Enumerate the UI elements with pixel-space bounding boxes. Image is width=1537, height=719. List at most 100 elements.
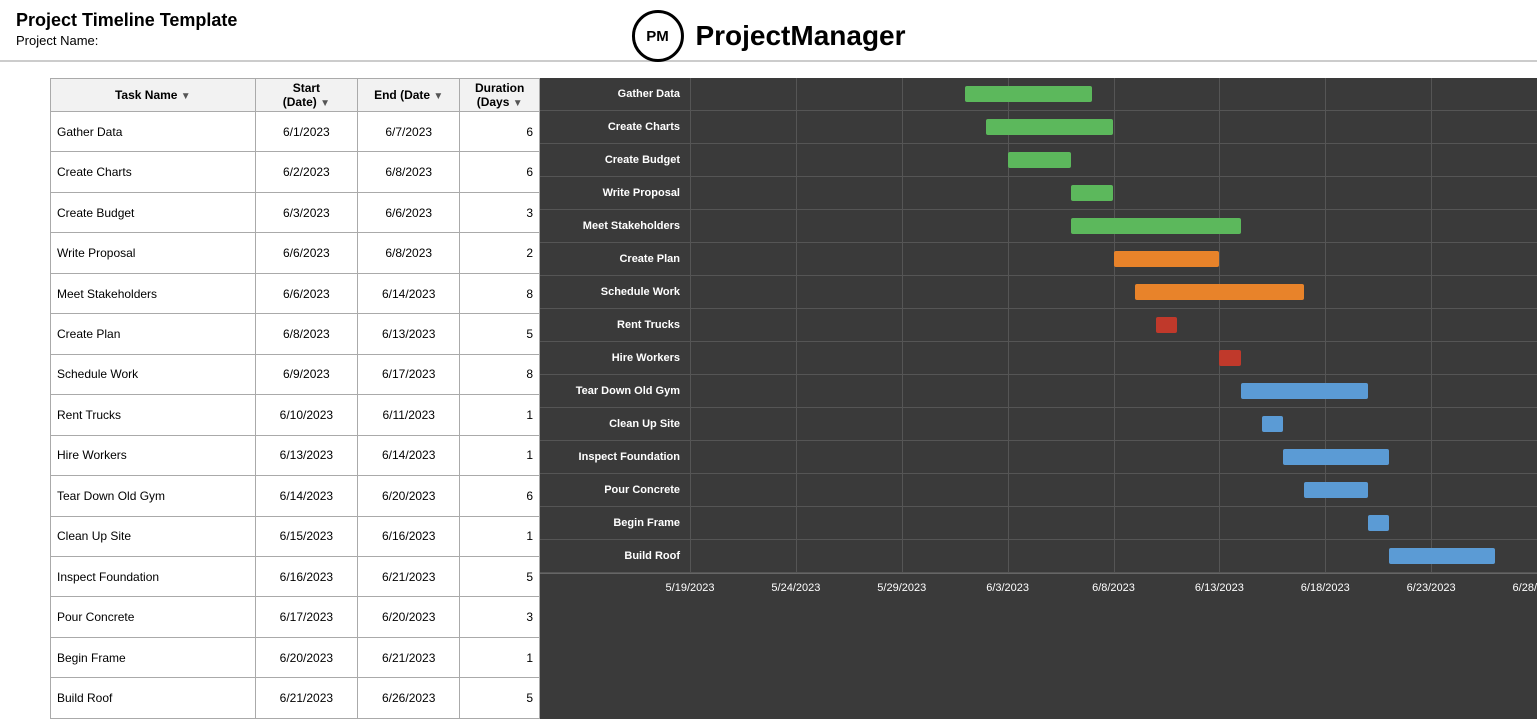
duration-cell: 5 (460, 556, 540, 596)
duration-cell: 6 (460, 112, 540, 152)
start-date-cell: 6/2/2023 (255, 152, 357, 192)
col-end: End (Date ▼ (358, 79, 460, 112)
gantt-bar (1156, 317, 1177, 333)
task-name-cell: Clean Up Site (51, 516, 256, 556)
gantt-bar (1262, 416, 1283, 432)
gantt-bar (1008, 152, 1072, 168)
end-date-cell: 6/16/2023 (358, 516, 460, 556)
table-row: Create Budget 6/3/2023 6/6/2023 3 (51, 192, 540, 232)
x-axis-label: 5/29/2023 (877, 582, 926, 594)
x-axis-label: 6/28/2023 (1513, 582, 1537, 594)
gantt-rows: Gather Data Create Charts Create Budget Wri… (540, 78, 1537, 573)
duration-cell: 1 (460, 395, 540, 435)
duration-cell: 8 (460, 354, 540, 394)
gantt-row: Clean Up Site (540, 408, 1537, 441)
x-axis-label: 6/8/2023 (1092, 582, 1135, 594)
gantt-bar (1241, 383, 1368, 399)
gantt-bar-area (690, 474, 1537, 506)
task-table: Task Name ▼ Start(Date) ▼ End (Date ▼ Du… (50, 78, 540, 719)
gantt-row-label: Hire Workers (540, 352, 690, 364)
end-date-cell: 6/8/2023 (358, 233, 460, 273)
end-date-cell: 6/14/2023 (358, 435, 460, 475)
col-start: Start(Date) ▼ (255, 79, 357, 112)
duration-cell: 5 (460, 314, 540, 354)
gantt-row: Hire Workers (540, 342, 1537, 375)
gantt-row: Rent Trucks (540, 309, 1537, 342)
end-date-cell: 6/21/2023 (358, 556, 460, 596)
task-name-cell: Schedule Work (51, 354, 256, 394)
x-axis-label: 5/19/2023 (666, 582, 715, 594)
gantt-row: Create Charts (540, 111, 1537, 144)
start-date-cell: 6/21/2023 (255, 678, 357, 719)
start-date-cell: 6/16/2023 (255, 556, 357, 596)
start-date-cell: 6/8/2023 (255, 314, 357, 354)
gantt-row-label: Begin Frame (540, 517, 690, 529)
x-axis-label: 6/3/2023 (986, 582, 1029, 594)
gantt-bar (1071, 185, 1113, 201)
gantt-bar (1389, 548, 1495, 564)
col-task-name: Task Name ▼ (51, 79, 256, 112)
duration-cell: 1 (460, 516, 540, 556)
gantt-bar (1368, 515, 1389, 531)
end-date-cell: 6/17/2023 (358, 354, 460, 394)
start-date-cell: 6/20/2023 (255, 637, 357, 677)
start-date-cell: 6/15/2023 (255, 516, 357, 556)
end-date-cell: 6/26/2023 (358, 678, 460, 719)
gantt-bar-area (690, 78, 1537, 110)
gantt-row-label: Create Budget (540, 154, 690, 166)
duration-cell: 6 (460, 476, 540, 516)
logo-area: PM ProjectManager (631, 10, 905, 62)
gantt-row: Pour Concrete (540, 474, 1537, 507)
table-row: Create Plan 6/8/2023 6/13/2023 5 (51, 314, 540, 354)
gantt-x-axis: 5/19/2023 5/24/2023 5/29/2023 6/3/2023 6/8/2… (540, 573, 1537, 601)
gantt-bar-area (690, 210, 1537, 242)
gantt-bar-area (690, 408, 1537, 440)
end-date-cell: 6/6/2023 (358, 192, 460, 232)
table-row: Create Charts 6/2/2023 6/8/2023 6 (51, 152, 540, 192)
gantt-row-label: Rent Trucks (540, 319, 690, 331)
gantt-row-label: Build Roof (540, 550, 690, 562)
gantt-row-label: Create Plan (540, 253, 690, 265)
end-date-cell: 6/11/2023 (358, 395, 460, 435)
duration-cell: 2 (460, 233, 540, 273)
gantt-row-label: Gather Data (540, 88, 690, 100)
gantt-bar (1304, 482, 1368, 498)
start-date-cell: 6/13/2023 (255, 435, 357, 475)
gantt-bar (986, 119, 1113, 135)
x-axis-label: 6/13/2023 (1195, 582, 1244, 594)
table-row: Tear Down Old Gym 6/14/2023 6/20/2023 6 (51, 476, 540, 516)
start-date-cell: 6/9/2023 (255, 354, 357, 394)
logo-icon: PM (631, 10, 683, 62)
gantt-row-label: Schedule Work (540, 286, 690, 298)
gantt-row-label: Inspect Foundation (540, 451, 690, 463)
table-row: Schedule Work 6/9/2023 6/17/2023 8 (51, 354, 540, 394)
table-row: Hire Workers 6/13/2023 6/14/2023 1 (51, 435, 540, 475)
task-name-cell: Hire Workers (51, 435, 256, 475)
gantt-row-label: Write Proposal (540, 187, 690, 199)
gantt-row: Write Proposal (540, 177, 1537, 210)
gantt-row: Create Plan (540, 243, 1537, 276)
duration-cell: 8 (460, 273, 540, 313)
task-name-cell: Create Budget (51, 192, 256, 232)
gantt-row: Build Roof (540, 540, 1537, 573)
gantt-bar (1071, 218, 1240, 234)
gantt-x-labels: 5/19/20235/24/20235/29/20236/3/20236/8/2… (690, 574, 1537, 602)
end-date-cell: 6/8/2023 (358, 152, 460, 192)
gantt-row: Meet Stakeholders (540, 210, 1537, 243)
start-date-cell: 6/6/2023 (255, 273, 357, 313)
gantt-bar-area (690, 375, 1537, 407)
table-row: Pour Concrete 6/17/2023 6/20/2023 3 (51, 597, 540, 637)
task-name-cell: Create Plan (51, 314, 256, 354)
x-axis-label: 5/24/2023 (771, 582, 820, 594)
task-name-cell: Rent Trucks (51, 395, 256, 435)
gantt-bar-area (690, 441, 1537, 473)
end-date-cell: 6/20/2023 (358, 476, 460, 516)
task-name-cell: Gather Data (51, 112, 256, 152)
gantt-bar (965, 86, 1092, 102)
table-row: Gather Data 6/1/2023 6/7/2023 6 (51, 112, 540, 152)
table-row: Meet Stakeholders 6/6/2023 6/14/2023 8 (51, 273, 540, 313)
duration-cell: 3 (460, 192, 540, 232)
gantt-bar (1283, 449, 1389, 465)
gantt-row-label: Pour Concrete (540, 484, 690, 496)
gantt-row: Create Budget (540, 144, 1537, 177)
